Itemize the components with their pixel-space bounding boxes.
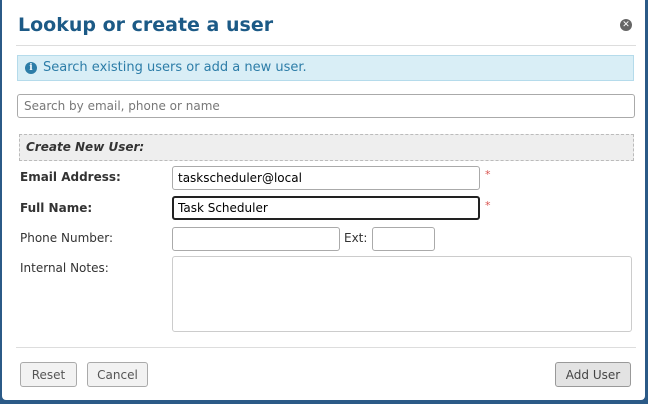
dialog-title: Lookup or create a user	[18, 14, 274, 36]
email-required-marker: *	[485, 168, 491, 181]
ext-label: Ext:	[344, 231, 368, 245]
add-user-button[interactable]: Add User	[555, 362, 631, 387]
info-icon: i	[25, 62, 37, 74]
ext-field[interactable]	[372, 227, 435, 251]
fullname-required-marker: *	[485, 199, 491, 212]
notes-label: Internal Notes:	[20, 261, 109, 275]
email-label: Email Address:	[20, 170, 121, 184]
divider	[16, 347, 636, 348]
reset-button[interactable]: Reset	[20, 362, 77, 387]
create-user-section-header: Create New User:	[19, 134, 634, 161]
info-banner: i Search existing users or add a new use…	[17, 55, 634, 81]
cancel-button[interactable]: Cancel	[87, 362, 148, 387]
section-title: Create New User:	[26, 140, 145, 154]
phone-field[interactable]	[172, 227, 340, 251]
info-text: Search existing users or add a new user.	[43, 60, 307, 75]
email-field[interactable]	[172, 166, 480, 190]
lookup-user-dialog: Lookup or create a user ✕ i Search exist…	[2, 0, 645, 400]
search-input[interactable]	[17, 94, 635, 118]
fullname-label: Full Name:	[20, 201, 93, 215]
fullname-field[interactable]	[172, 196, 480, 220]
internal-notes-field[interactable]	[172, 256, 632, 332]
divider	[16, 45, 636, 46]
close-icon[interactable]: ✕	[620, 19, 632, 31]
phone-label: Phone Number:	[20, 231, 114, 245]
